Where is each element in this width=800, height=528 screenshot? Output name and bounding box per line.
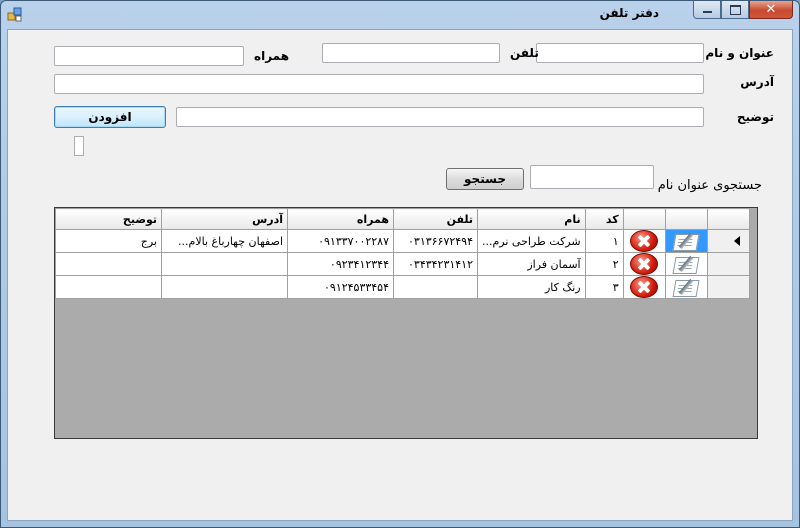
edit-icon[interactable] (670, 277, 702, 297)
phone-input[interactable] (322, 43, 500, 63)
maximize-button[interactable] (721, 1, 749, 19)
row-header[interactable] (706, 275, 750, 299)
add-button[interactable]: افزودن (54, 106, 166, 128)
edit-cell[interactable] (664, 275, 708, 299)
cell-description[interactable] (55, 275, 162, 299)
cell-phone[interactable] (393, 275, 478, 299)
column-header-code[interactable]: کد (584, 208, 624, 230)
mobile-input[interactable] (54, 46, 244, 66)
search-input[interactable] (530, 165, 654, 189)
cell-name[interactable]: شرکت طراحی نرم... (477, 229, 586, 253)
contacts-grid[interactable]: کد نام تلفن همراه آدرس توضیح ۱ شرکت طراح… (54, 207, 758, 439)
description-label: توضیح (736, 110, 774, 124)
app-icon (7, 7, 22, 22)
mobile-label: همراه (254, 49, 290, 63)
close-icon: ✕ (765, 2, 777, 17)
title-bar[interactable]: دفتر تلفن ✕ (1, 1, 799, 27)
edit-column-header[interactable] (664, 208, 708, 230)
phone-label: تلفن (510, 46, 539, 60)
cell-address[interactable] (161, 252, 288, 276)
column-header-address[interactable]: آدرس (161, 208, 288, 230)
form-client-area: عنوان و نام تلفن همراه آدرس توضیح افزودن… (7, 29, 793, 521)
cell-code[interactable]: ۱ (584, 229, 624, 253)
cell-address[interactable]: اصفهان چهارباغ بالام... (161, 229, 288, 253)
cell-address[interactable] (161, 275, 288, 299)
main-window: دفتر تلفن ✕ عنوان و نام تلفن همراه آدرس … (0, 0, 800, 528)
row-header-corner (706, 208, 750, 230)
edit-cell[interactable] (664, 229, 708, 253)
row-header-current[interactable] (706, 229, 750, 253)
small-textbox[interactable] (74, 136, 84, 156)
contacts-table: کد نام تلفن همراه آدرس توضیح ۱ شرکت طراح… (55, 208, 750, 299)
address-input[interactable] (54, 74, 704, 94)
grid-header-row: کد نام تلفن همراه آدرس توضیح (55, 208, 750, 230)
search-button[interactable]: جستجو (446, 168, 524, 190)
cell-code[interactable]: ۲ (584, 252, 624, 276)
minimize-button[interactable] (693, 1, 721, 19)
search-label: جستجوی عنوان نام (657, 178, 762, 193)
cell-description[interactable]: برج (55, 229, 162, 253)
name-input[interactable] (536, 43, 704, 63)
delete-icon[interactable] (630, 230, 659, 252)
current-row-arrow-icon (733, 236, 740, 246)
edit-cell[interactable] (664, 252, 708, 276)
delete-cell[interactable] (622, 275, 666, 299)
delete-cell[interactable] (622, 229, 666, 253)
column-header-name[interactable]: نام (477, 208, 586, 230)
delete-cell[interactable] (622, 252, 666, 276)
cell-description[interactable] (55, 252, 162, 276)
table-row[interactable]: ۱ شرکت طراحی نرم... ۰۳۱۳۶۶۷۲۴۹۴ ۰۹۱۳۳۷۰۰… (55, 229, 750, 253)
delete-icon[interactable] (630, 253, 659, 275)
close-button[interactable]: ✕ (749, 1, 793, 19)
column-header-mobile[interactable]: همراه (287, 208, 394, 230)
column-header-description[interactable]: توضیح (55, 208, 162, 230)
cell-phone[interactable]: ۰۳۱۳۶۶۷۲۴۹۴ (393, 229, 478, 253)
cell-name[interactable]: آسمان فراز (477, 252, 586, 276)
name-label: عنوان و نام (705, 46, 774, 60)
edit-icon[interactable] (670, 254, 702, 274)
column-header-phone[interactable]: تلفن (393, 208, 478, 230)
table-row[interactable]: ۲ آسمان فراز ۰۳۴۳۴۲۳۱۴۱۲ ۰۹۲۳۴۱۲۳۴۴ (55, 252, 750, 276)
edit-icon[interactable] (670, 231, 702, 251)
cell-mobile[interactable]: ۰۹۱۳۳۷۰۰۲۲۸۷ (287, 229, 394, 253)
address-label: آدرس (740, 75, 774, 89)
cell-mobile[interactable]: ۰۹۱۲۴۵۳۳۴۵۴ (287, 275, 394, 299)
cell-phone[interactable]: ۰۳۴۳۴۲۳۱۴۱۲ (393, 252, 478, 276)
delete-icon[interactable] (630, 276, 659, 298)
cell-code[interactable]: ۳ (584, 275, 624, 299)
delete-column-header[interactable] (622, 208, 666, 230)
table-row[interactable]: ۳ رنگ کار ۰۹۱۲۴۵۳۳۴۵۴ (55, 275, 750, 299)
description-input[interactable] (176, 107, 704, 127)
cell-mobile[interactable]: ۰۹۲۳۴۱۲۳۴۴ (287, 252, 394, 276)
cell-name[interactable]: رنگ کار (477, 275, 586, 299)
window-title: دفتر تلفن (599, 6, 659, 20)
row-header[interactable] (706, 252, 750, 276)
